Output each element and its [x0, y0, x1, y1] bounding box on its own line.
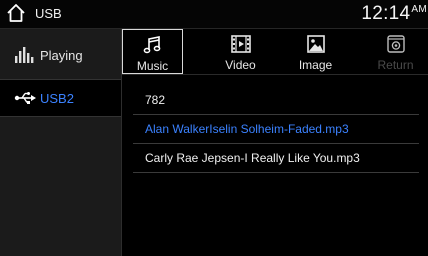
- clock: 12:14AM: [361, 3, 427, 25]
- tab-music[interactable]: Music: [122, 29, 183, 74]
- tab-video[interactable]: Video: [210, 29, 271, 74]
- tab-label: Video: [225, 58, 256, 72]
- media-tabs: Music Video Image Return: [122, 29, 428, 74]
- home-icon[interactable]: [6, 3, 26, 23]
- list-item-label: 782: [145, 93, 166, 107]
- file-list: 782 Alan WalkerIselin Solheim-Faded.mp3 …: [133, 86, 419, 173]
- list-item-track[interactable]: Carly Rae Jepsen-I Really Like You.mp3: [133, 144, 419, 173]
- tab-image[interactable]: Image: [285, 29, 346, 74]
- list-item-folder[interactable]: 782: [133, 86, 419, 115]
- source-title: USB: [35, 6, 62, 21]
- equalizer-bars-icon: [14, 47, 36, 63]
- clock-time: 12:14: [361, 3, 411, 24]
- sidebar-item-usb2[interactable]: USB2: [0, 79, 121, 117]
- status-bar: USB 12:14AM: [0, 0, 428, 29]
- return-icon: [385, 34, 407, 54]
- image-icon: [305, 34, 327, 54]
- tab-divider: [122, 74, 428, 75]
- tab-return[interactable]: Return: [365, 29, 426, 74]
- usb-icon: [14, 90, 36, 106]
- tab-label: Return: [377, 58, 414, 72]
- sidebar-item-label: USB2: [40, 91, 74, 106]
- list-item-label: Alan WalkerIselin Solheim-Faded.mp3: [145, 122, 349, 136]
- clock-ampm: AM: [411, 4, 427, 15]
- tab-label: Image: [298, 58, 333, 72]
- sidebar-item-playing[interactable]: Playing: [0, 37, 121, 74]
- film-icon: [230, 34, 252, 54]
- list-item-label: Carly Rae Jepsen-I Really Like You.mp3: [145, 151, 360, 165]
- tab-label: Music: [136, 59, 169, 73]
- usb-media-screen: USB 12:14AM Playing USB2 Music Video Ima…: [0, 0, 428, 256]
- list-item-track[interactable]: Alan WalkerIselin Solheim-Faded.mp3: [133, 115, 419, 144]
- sidebar-item-label: Playing: [40, 48, 83, 63]
- source-sidebar: Playing USB2: [0, 29, 122, 256]
- music-note-icon: [142, 35, 164, 55]
